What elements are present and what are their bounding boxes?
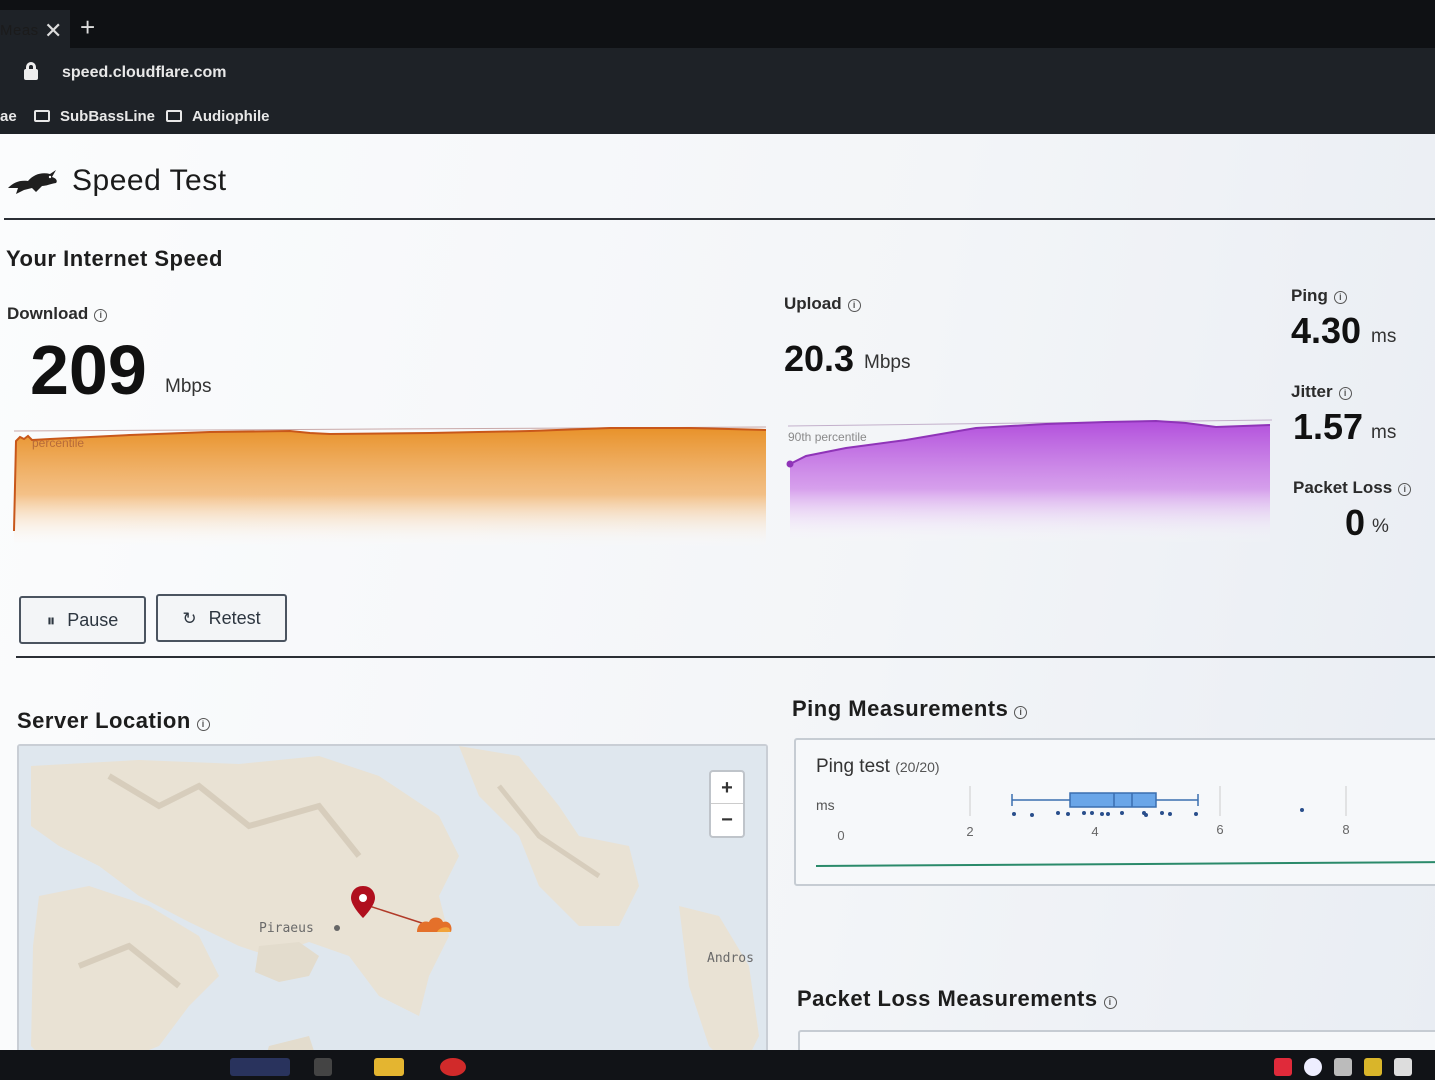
pause-icon: ⏸ [46,611,56,630]
rabbit-logo-icon [8,170,57,194]
lock-icon [24,62,38,80]
bookmark-label: SubBassLine [60,108,156,125]
info-icon[interactable]: i [847,299,861,312]
pause-label: Pause [67,610,119,630]
bookmarks-bar: ae SubBassLine Audiophile [0,98,1435,134]
map-label-andros: Andros [707,951,754,966]
download-value: 209 [30,331,147,409]
packet-loss-measurements-heading-text: Packet Loss Measurements [797,986,1098,1011]
folder-icon [34,110,50,122]
ping-test-panel: Ping test (20/20) ms 0 2 4 6 8 [794,738,1435,886]
upload-unit: Mbps [864,352,911,373]
shield-icon[interactable] [1364,1058,1382,1076]
jitter-label: Jitter i [1291,382,1352,402]
packet-loss-measurements-heading: Packet Loss Measurements i [797,986,1117,1012]
taskbar-app-icon[interactable] [314,1058,332,1076]
zoom-out-button[interactable]: − [711,804,743,836]
server-map[interactable]: Piraeus Andros + − [17,744,768,1074]
ping-axis-unit: ms [816,797,835,813]
info-icon[interactable]: i [1014,706,1028,719]
new-tab-icon[interactable]: + [80,14,95,40]
ping-test-title-text: Ping test [816,756,890,777]
bookmark-subbassline[interactable]: SubBassLine [34,108,155,125]
speed-test-page: Speed Test Your Internet Speed Download i… [0,134,1435,1074]
section-divider [16,656,1435,658]
tab-title: Meas [0,22,39,39]
tray-icon[interactable] [1304,1058,1322,1076]
zoom-in-button[interactable]: + [711,772,743,804]
ping-label-text: Ping [1291,286,1328,305]
map-label-piraeus: Piraeus [259,921,314,936]
bookmark-label: Audiophile [192,108,270,125]
server-location-heading-text: Server Location [17,708,191,733]
info-icon[interactable]: i [1103,996,1117,1009]
packet-loss-value: 0 [1345,502,1366,543]
ping-tick: 6 [1216,822,1223,837]
address-bar[interactable]: speed.cloudflare.com [0,48,1435,98]
retest-label: Retest [208,608,261,628]
upload-label: Upload i [784,294,861,314]
tray-icon[interactable] [1274,1058,1292,1076]
ping-measurements-heading-text: Ping Measurements [792,696,1009,721]
ping-tick: 4 [1091,824,1098,839]
info-icon[interactable]: i [94,309,108,322]
ping-test-count: (20/20) [895,759,940,775]
upload-value: 20.3 [784,338,855,379]
header-divider [4,218,1435,220]
info-icon[interactable]: i [1398,483,1412,496]
download-label: Download i [7,304,108,324]
browser-tab[interactable]: Meas ✕ [0,10,70,48]
bookmark-audiophile[interactable]: Audiophile [166,108,270,125]
upload-percentile-label: 90th percentile [788,430,867,444]
download-chart: percentile [13,426,767,549]
refresh-icon: ↻ [182,609,197,628]
tray-icon[interactable] [1394,1058,1412,1076]
ping-unit: ms [1371,326,1397,347]
packet-loss-unit: % [1372,516,1389,537]
folder-icon[interactable] [374,1058,404,1076]
internet-speed-heading: Your Internet Speed [6,246,223,271]
folder-icon [166,110,182,122]
map-canvas[interactable]: Piraeus Andros [19,746,768,1074]
info-icon[interactable]: i [1338,387,1352,400]
browser-tab-bar: Meas ✕ + [0,0,1435,48]
bookmark-item[interactable]: ae [0,108,17,125]
download-unit: Mbps [165,376,212,397]
taskbar-app-icon[interactable] [230,1058,290,1076]
download-label-text: Download [7,304,89,323]
ping-boxplot: ms 0 2 4 6 8 [815,786,1435,867]
info-icon[interactable]: i [1333,291,1347,304]
pause-button[interactable]: ⏸ Pause [19,596,146,644]
url-text[interactable]: speed.cloudflare.com [62,64,227,82]
close-tab-icon[interactable]: ✕ [44,18,62,44]
retest-button[interactable]: ↻ Retest [156,594,287,642]
tray-icon[interactable] [1334,1058,1352,1076]
upload-chart: 90th percentile [786,419,1273,544]
server-location-heading: Server Location i [17,708,210,734]
os-taskbar [0,1050,1435,1080]
download-percentile-label: percentile [32,436,84,450]
map-zoom-control: + − [709,770,745,838]
page-title: Speed Test [72,164,227,197]
jitter-value: 1.57 [1293,406,1364,447]
upload-label-text: Upload [784,294,842,313]
ping-tick: 8 [1342,822,1349,837]
ping-tick: 0 [837,828,844,843]
ping-measurements-heading: Ping Measurements i [792,696,1028,722]
info-icon[interactable]: i [196,718,210,731]
jitter-unit: ms [1371,422,1397,443]
ping-value: 4.30 [1291,310,1362,351]
packet-loss-label: Packet Loss i [1293,478,1412,498]
opera-browser-icon[interactable] [440,1058,466,1076]
jitter-label-text: Jitter [1291,382,1333,401]
ping-label: Ping i [1291,286,1347,306]
ping-test-title: Ping test (20/20) [816,756,940,778]
ping-tick: 2 [966,824,973,839]
packet-loss-label-text: Packet Loss [1293,478,1393,497]
